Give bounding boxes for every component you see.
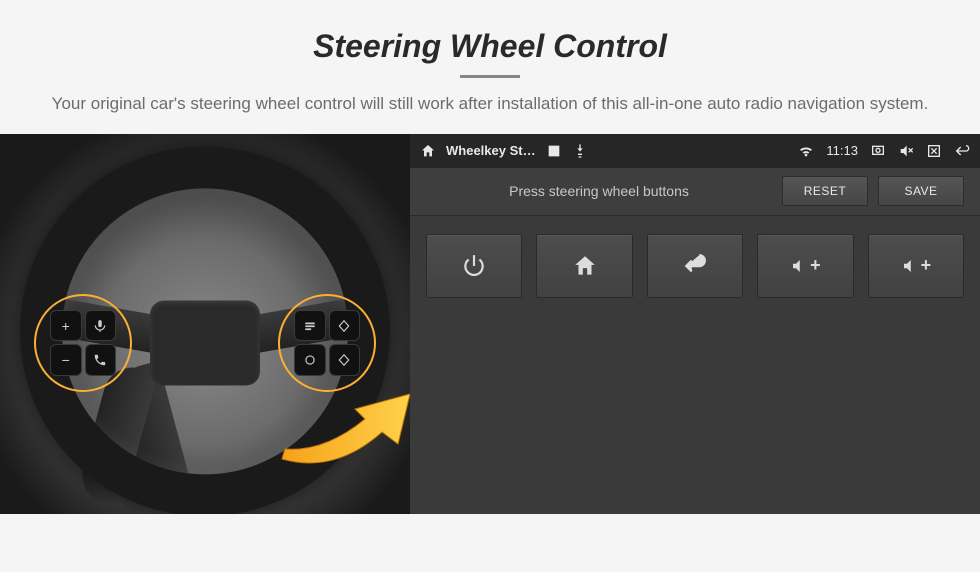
volume-up-b-button[interactable]: + bbox=[868, 234, 964, 298]
volume-up-icon: + bbox=[901, 255, 932, 276]
instruction-bar: Press steering wheel buttons RESET SAVE bbox=[410, 168, 980, 216]
status-bar: Wheelkey St… 11:13 bbox=[410, 134, 980, 168]
app-title: Wheelkey St… bbox=[446, 143, 536, 158]
page-subtitle: Your original car's steering wheel contr… bbox=[40, 92, 940, 116]
wheel-btn-source[interactable] bbox=[294, 310, 326, 342]
status-right: 11:13 bbox=[798, 143, 970, 159]
phone-icon bbox=[93, 353, 107, 367]
header: Steering Wheel Control Your original car… bbox=[0, 0, 980, 134]
source-icon bbox=[303, 319, 317, 333]
status-left: Wheelkey St… bbox=[420, 143, 588, 159]
clock-time: 11:13 bbox=[826, 143, 858, 158]
wheel-btn-plus[interactable]: + bbox=[50, 310, 82, 342]
back-icon bbox=[682, 253, 708, 279]
reset-button[interactable]: RESET bbox=[782, 176, 868, 206]
wheel-btn-voice[interactable] bbox=[85, 310, 117, 342]
save-button[interactable]: SAVE bbox=[878, 176, 964, 206]
home-icon[interactable] bbox=[420, 143, 436, 159]
circle-icon bbox=[303, 353, 317, 367]
function-button-row: + + bbox=[410, 216, 980, 316]
back-button[interactable] bbox=[647, 234, 743, 298]
diamond-down-icon bbox=[337, 353, 351, 367]
screenshot-icon[interactable] bbox=[870, 143, 886, 159]
content-row: + − bbox=[0, 134, 980, 514]
mute-icon[interactable] bbox=[898, 143, 914, 159]
image-icon bbox=[546, 143, 562, 159]
wifi-icon bbox=[798, 143, 814, 159]
home-button[interactable] bbox=[536, 234, 632, 298]
minus-icon: − bbox=[62, 352, 70, 368]
home-icon bbox=[572, 253, 598, 279]
usb-icon bbox=[572, 143, 588, 159]
reset-label: RESET bbox=[804, 184, 847, 198]
plus-icon: + bbox=[62, 318, 70, 334]
wheel-btn-minus[interactable]: − bbox=[50, 344, 82, 376]
instruction-text: Press steering wheel buttons bbox=[426, 183, 772, 199]
headunit-screen: Wheelkey St… 11:13 bbox=[410, 134, 980, 514]
power-button[interactable] bbox=[426, 234, 522, 298]
wheel-hub bbox=[150, 300, 260, 385]
page-title: Steering Wheel Control bbox=[20, 28, 960, 65]
save-label: SAVE bbox=[904, 184, 937, 198]
wheel-btn-cycle[interactable] bbox=[294, 344, 326, 376]
diamond-up-icon bbox=[337, 319, 351, 333]
voice-icon bbox=[93, 319, 107, 333]
plus-label: + bbox=[810, 255, 821, 276]
close-app-icon[interactable] bbox=[926, 143, 942, 159]
power-icon bbox=[461, 253, 487, 279]
wheel-btn-phone[interactable] bbox=[85, 344, 117, 376]
volume-up-icon: + bbox=[790, 255, 821, 276]
plus-label: + bbox=[921, 255, 932, 276]
wheel-button-cluster-left: + − bbox=[34, 294, 132, 392]
wheel-button-cluster-right bbox=[278, 294, 376, 392]
title-divider bbox=[460, 75, 520, 78]
volume-up-a-button[interactable]: + bbox=[757, 234, 853, 298]
steering-wheel-image: + − bbox=[0, 134, 410, 514]
wheel-btn-up[interactable] bbox=[329, 310, 361, 342]
back-nav-icon[interactable] bbox=[954, 143, 970, 159]
wheel-btn-down[interactable] bbox=[329, 344, 361, 376]
